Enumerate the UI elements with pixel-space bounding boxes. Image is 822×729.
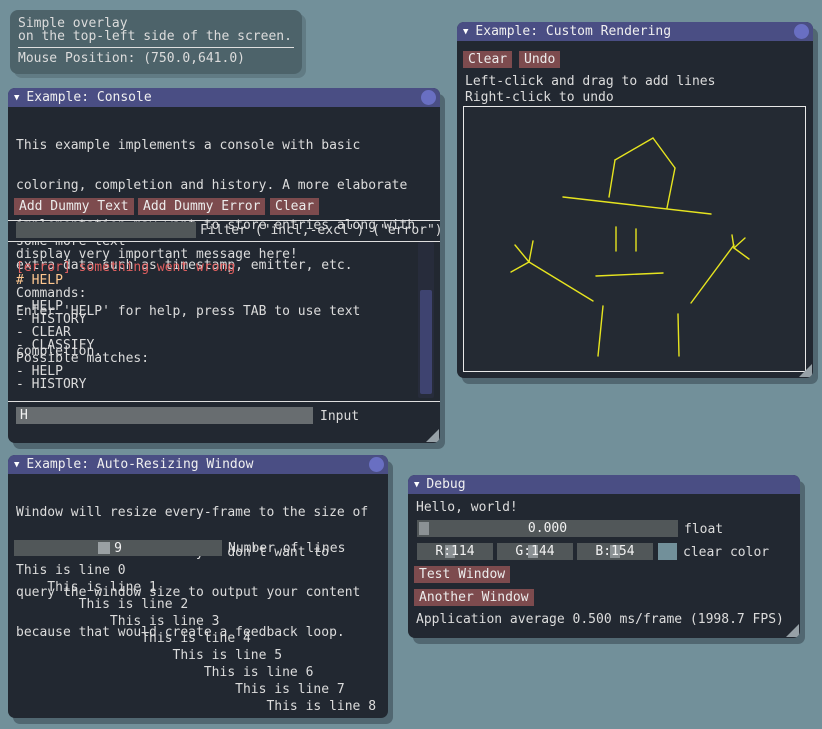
this-is-line-text: This is line 6 bbox=[16, 664, 376, 681]
debug-window: ▼ Debug Hello, world! 0.000 float R:114 … bbox=[408, 475, 800, 638]
collapse-arrow-icon[interactable]: ▼ bbox=[14, 460, 19, 470]
console-command-input[interactable]: H bbox=[16, 407, 313, 424]
desc-line: Window will resize every-frame to the si… bbox=[16, 506, 368, 519]
this-is-line-text: This is line 0 bbox=[16, 562, 376, 579]
add-dummy-error-button[interactable]: Add Dummy Error bbox=[138, 198, 265, 215]
overlay-text-line2: on the top-left side of the screen. bbox=[18, 29, 292, 44]
color-green-slider[interactable]: G:144 bbox=[497, 543, 573, 560]
filter-input[interactable] bbox=[16, 222, 196, 238]
this-is-line-text: This is line 2 bbox=[16, 596, 376, 613]
drawing-canvas[interactable] bbox=[463, 106, 806, 372]
close-icon[interactable] bbox=[794, 24, 809, 39]
add-dummy-text-button[interactable]: Add Dummy Text bbox=[14, 198, 134, 215]
float-slider[interactable]: 0.000 bbox=[417, 520, 678, 537]
debug-window-title: Debug bbox=[426, 477, 465, 492]
float-slider-value: 0.000 bbox=[417, 520, 678, 537]
log-scrollbar-thumb[interactable] bbox=[420, 290, 432, 394]
resize-grip[interactable] bbox=[786, 624, 799, 637]
color-red-value: R:114 bbox=[417, 543, 493, 560]
console-titlebar[interactable]: ▼ Example: Console bbox=[8, 88, 440, 107]
log-line: Commands: bbox=[16, 287, 416, 300]
this-is-line-text: This is line 8 bbox=[16, 698, 376, 715]
auto-resizing-window-title: Example: Auto-Resizing Window bbox=[26, 457, 253, 472]
log-line: - HISTORY bbox=[16, 378, 416, 391]
collapse-arrow-icon[interactable]: ▼ bbox=[414, 480, 419, 490]
float-label: float bbox=[684, 522, 723, 537]
imgui-desktop: { "colors": { "accent_titlebar": "#4a4e8… bbox=[0, 0, 822, 729]
canvas-clear-button[interactable]: Clear bbox=[463, 51, 512, 68]
mouse-position-text: Mouse Position: (750.0,641.0) bbox=[18, 51, 245, 66]
filter-label: Filter ("incl,-excl") ("error") bbox=[200, 223, 440, 238]
simple-overlay-window: Simple overlay on the top-left side of t… bbox=[10, 10, 302, 74]
this-is-line-text: This is line 3 bbox=[16, 613, 376, 630]
canvas-undo-button[interactable]: Undo bbox=[519, 51, 560, 68]
clear-button[interactable]: Clear bbox=[270, 198, 319, 215]
console-input-label: Input bbox=[320, 409, 359, 424]
resize-grip[interactable] bbox=[426, 429, 439, 442]
close-icon[interactable] bbox=[369, 457, 384, 472]
log-scrollbar[interactable] bbox=[418, 242, 434, 398]
custom-rendering-window: ▼ Example: Custom Rendering Clear Undo L… bbox=[457, 22, 813, 378]
this-is-line-text: This is line 4 bbox=[16, 630, 376, 647]
color-blue-value: B:154 bbox=[577, 543, 653, 560]
clear-color-label: clear color bbox=[683, 545, 769, 560]
number-of-lines-slider[interactable]: 9 bbox=[14, 540, 222, 556]
clear-color-swatch[interactable] bbox=[658, 543, 677, 560]
another-window-button[interactable]: Another Window bbox=[414, 589, 534, 606]
log-line: Possible matches: bbox=[16, 352, 416, 365]
this-is-line-text: This is line 7 bbox=[16, 681, 376, 698]
resize-grip[interactable] bbox=[799, 364, 812, 377]
console-input-value: H bbox=[20, 408, 28, 423]
color-red-slider[interactable]: R:114 bbox=[417, 543, 493, 560]
console-log-region[interactable]: some more textdisplay very important mes… bbox=[16, 242, 416, 398]
separator bbox=[8, 220, 440, 221]
canvas-hint1: Left-click and drag to add lines bbox=[465, 74, 715, 89]
canvas-hint2: Right-click to undo bbox=[465, 90, 614, 105]
collapse-arrow-icon[interactable]: ▼ bbox=[14, 93, 19, 103]
log-line: - HISTORY bbox=[16, 313, 416, 326]
auto-resizing-window: ▼ Example: Auto-Resizing Window Window w… bbox=[8, 455, 388, 718]
overlay-separator bbox=[18, 47, 294, 48]
this-is-line-text: This is line 5 bbox=[16, 647, 376, 664]
number-of-lines-label: Number of lines bbox=[228, 541, 345, 556]
fps-stats-text: Application average 0.500 ms/frame (1998… bbox=[416, 612, 784, 627]
this-is-line-text: This is line 1 bbox=[16, 579, 376, 596]
auto-resize-lines: This is line 0 This is line 1 This is li… bbox=[16, 562, 376, 715]
slider-value: 9 bbox=[14, 540, 222, 556]
color-blue-slider[interactable]: B:154 bbox=[577, 543, 653, 560]
auto-resizing-titlebar[interactable]: ▼ Example: Auto-Resizing Window bbox=[8, 455, 388, 474]
collapse-arrow-icon[interactable]: ▼ bbox=[463, 27, 468, 37]
log-line: [error] something went wrong bbox=[16, 261, 416, 274]
test-window-button[interactable]: Test Window bbox=[414, 566, 510, 583]
color-green-value: G:144 bbox=[497, 543, 573, 560]
stick-figure-drawing bbox=[464, 107, 805, 371]
hello-world-text: Hello, world! bbox=[416, 500, 518, 515]
intro-line: This example implements a console with b… bbox=[16, 139, 415, 152]
debug-titlebar[interactable]: ▼ Debug bbox=[408, 475, 800, 494]
close-icon[interactable] bbox=[421, 90, 436, 105]
separator bbox=[8, 401, 440, 402]
custom-rendering-titlebar[interactable]: ▼ Example: Custom Rendering bbox=[457, 22, 813, 41]
intro-line: coloring, completion and history. A more… bbox=[16, 179, 415, 192]
console-window: ▼ Example: Console This example implemen… bbox=[8, 88, 440, 443]
custom-rendering-window-title: Example: Custom Rendering bbox=[475, 24, 671, 39]
console-window-title: Example: Console bbox=[26, 90, 151, 105]
